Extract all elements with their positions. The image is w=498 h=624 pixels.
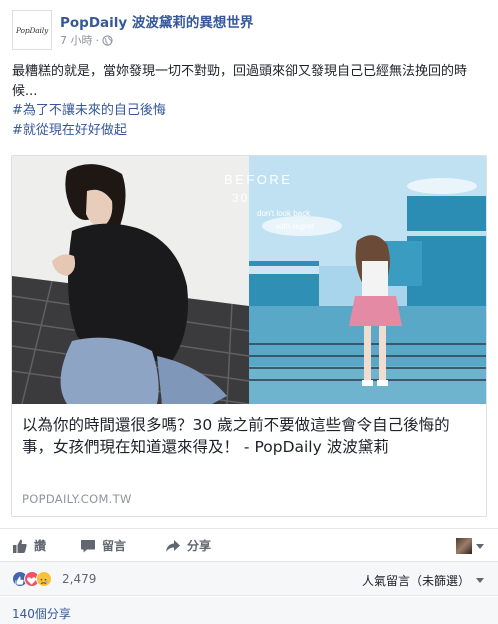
overlay-before-text: BEFORE [224, 172, 292, 187]
post-message: 最糟糕的就是，當妳發現一切不對勁，回過頭來卻又發現自己已經無法挽回的時候... … [12, 62, 486, 140]
chevron-down-icon[interactable] [476, 544, 484, 549]
overlay-age-text: 30 [232, 191, 249, 205]
link-preview-domain: POPDAILY.COM.TW [22, 492, 132, 506]
comment-label: 留言 [102, 539, 127, 553]
overlay-line1-text: don't look back [257, 209, 311, 218]
reaction-icons[interactable] [12, 571, 60, 587]
comment-bubble-icon [81, 539, 95, 552]
share-label: 分享 [187, 539, 212, 553]
shares-count-link[interactable]: 140個分享 [12, 605, 71, 622]
viewer-avatar[interactable] [456, 538, 472, 554]
sad-reaction-icon [36, 571, 52, 587]
page-name-link[interactable]: PopDaily 波波黛莉的異想世界 [60, 11, 253, 31]
avatar-logo-text: PopDaily [16, 25, 48, 35]
hashtag-link-2[interactable]: #就從現在好好做起 [12, 123, 127, 138]
share-button[interactable]: 分享 [165, 537, 211, 554]
hashtag-link-1[interactable]: #為了不讓未來的自己後悔 [12, 103, 166, 118]
globe-icon[interactable] [102, 34, 113, 46]
preview-photo-collage: BEFORE 30 don't look back with regret [12, 156, 486, 404]
share-arrow-icon [166, 539, 180, 552]
overlay-line2-text: with regret [275, 222, 314, 231]
page-avatar[interactable]: PopDaily [12, 10, 52, 50]
comment-button[interactable]: 留言 [80, 537, 126, 554]
post-meta: 7 小時 · [60, 32, 113, 48]
reaction-count[interactable]: 2,479 [62, 572, 96, 586]
feed-post: PopDaily PopDaily 波波黛莉的異想世界 7 小時 · 最糟糕的就… [0, 0, 498, 624]
link-preview-body[interactable]: 以為你的時間還很多嗎？30 歲之前不要做這些會令自己後悔的事，女孩們現在知道還來… [12, 404, 486, 516]
post-timestamp[interactable]: 7 小時 [60, 32, 93, 48]
link-preview-image[interactable]: BEFORE 30 don't look back with regret [12, 156, 486, 404]
comment-sort-dropdown[interactable]: 人氣留言（未篩選） [362, 572, 484, 589]
post-action-bar: 讚 留言 分享 [0, 528, 498, 562]
meta-separator: · [95, 33, 100, 47]
post-header: PopDaily PopDaily 波波黛莉的異想世界 7 小時 · [12, 10, 486, 50]
like-button[interactable]: 讚 [12, 537, 46, 554]
shares-summary: 140個分享 [0, 597, 498, 624]
thumbs-up-icon [13, 539, 27, 553]
link-preview-card[interactable]: BEFORE 30 don't look back with regret 以為… [11, 155, 487, 517]
link-preview-title[interactable]: 以為你的時間還很多嗎？30 歲之前不要做這些會令自己後悔的事，女孩們現在知道還來… [22, 414, 478, 458]
comment-sort-label: 人氣留言（未篩選） [361, 574, 470, 588]
reactions-summary: 2,479 人氣留言（未篩選） [0, 562, 498, 596]
like-label: 讚 [34, 539, 47, 553]
chevron-down-icon [476, 578, 484, 583]
post-body-text: 最糟糕的就是，當妳發現一切不對勁，回過頭來卻又發現自己已經無法挽回的時候... [12, 64, 468, 99]
